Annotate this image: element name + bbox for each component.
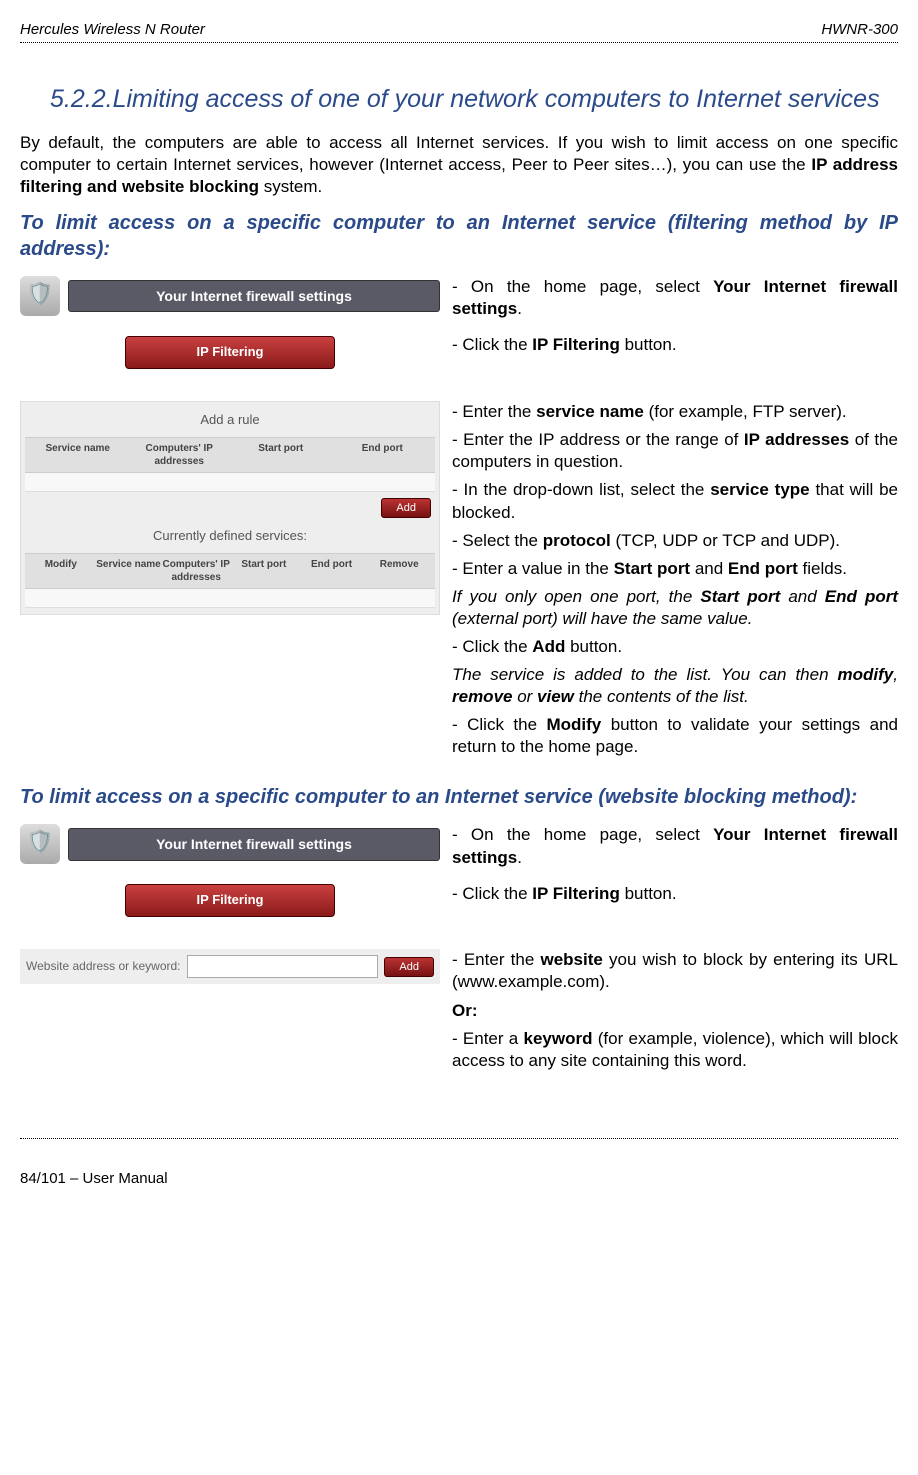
- defined-columns: Modify Service name Computers' IP addres…: [25, 553, 435, 589]
- step2-select-firewall: - On the home page, select Your Internet…: [452, 824, 898, 868]
- step-ip-addresses: - Enter the IP address or the range of I…: [452, 429, 898, 473]
- add-button-2[interactable]: Add: [384, 957, 434, 977]
- step-ports: - Enter a value in the Start port and En…: [452, 558, 898, 580]
- add-rule-title: Add a rule: [25, 412, 435, 429]
- page-footer: 84/101 – User Manual: [20, 1138, 898, 1189]
- header-left: Hercules Wireless N Router: [20, 20, 205, 40]
- step-same-port-note: If you only open one port, the Start por…: [452, 586, 898, 630]
- add-rule-columns: Service name Computers' IP addresses Sta…: [25, 437, 435, 473]
- col-modify: Modify: [27, 558, 95, 584]
- intro-text-1: By default, the computers are able to ac…: [20, 133, 898, 174]
- step2-click-ip-filtering: - Click the IP Filtering button.: [452, 883, 898, 905]
- shield-icon: [20, 276, 60, 316]
- ip-filtering-button[interactable]: IP Filtering: [125, 336, 335, 369]
- col-remove: Remove: [365, 558, 433, 584]
- subheading-ip-filter: To limit access on a specific computer t…: [20, 210, 898, 262]
- step-click-ip-filtering: - Click the IP Filtering button.: [452, 334, 898, 356]
- step2-enter-keyword: - Enter a keyword (for example, violence…: [452, 1028, 898, 1072]
- empty-row-2: [25, 589, 435, 608]
- step-protocol: - Select the protocol (TCP, UDP or TCP a…: [452, 530, 898, 552]
- col-start-port-2: Start port: [230, 558, 298, 584]
- firewall-settings-bar[interactable]: Your Internet firewall settings: [68, 280, 440, 312]
- website-label: Website address or keyword:: [26, 959, 181, 975]
- add-button[interactable]: Add: [381, 498, 431, 518]
- col-start-port: Start port: [230, 442, 332, 468]
- step-service-name: - Enter the service name (for example, F…: [452, 401, 898, 423]
- ip-filtering-button-2[interactable]: IP Filtering: [125, 884, 335, 917]
- col-ip-addresses-2: Computers' IP addresses: [162, 558, 230, 584]
- col-ip-addresses: Computers' IP addresses: [129, 442, 231, 468]
- shield-icon: [20, 824, 60, 864]
- intro-paragraph: By default, the computers are able to ac…: [20, 132, 898, 198]
- section-number: 5.2.2.: [50, 85, 113, 113]
- page-header: Hercules Wireless N Router HWNR-300: [20, 20, 898, 43]
- step-service-type: - In the drop-down list, select the serv…: [452, 479, 898, 523]
- website-block-panel: Website address or keyword: Add: [20, 949, 440, 984]
- step-list-note: The service is added to the list. You ca…: [452, 664, 898, 708]
- col-service-name-2: Service name: [95, 558, 163, 584]
- step2-enter-website: - Enter the website you wish to block by…: [452, 949, 898, 993]
- add-rule-panel: Add a rule Service name Computers' IP ad…: [20, 401, 440, 615]
- intro-text-2: system.: [259, 177, 322, 196]
- subheading-website-block: To limit access on a specific computer t…: [20, 784, 898, 810]
- section-title: Limiting access of one of your network c…: [113, 85, 880, 113]
- col-service-name: Service name: [27, 442, 129, 468]
- col-end-port-2: End port: [298, 558, 366, 584]
- firewall-settings-bar-2[interactable]: Your Internet firewall settings: [68, 828, 440, 860]
- header-right: HWNR-300: [821, 20, 898, 40]
- step-click-modify: - Click the Modify button to validate yo…: [452, 714, 898, 758]
- empty-row: [25, 473, 435, 492]
- currently-defined-title: Currently defined services:: [25, 528, 435, 545]
- step2-or: Or:: [452, 1000, 898, 1022]
- website-input[interactable]: [187, 955, 379, 978]
- step-select-firewall: - On the home page, select Your Internet…: [452, 276, 898, 320]
- section-heading: 5.2.2.Limiting access of one of your net…: [110, 83, 898, 116]
- col-end-port: End port: [332, 442, 434, 468]
- step-click-add: - Click the Add button.: [452, 636, 898, 658]
